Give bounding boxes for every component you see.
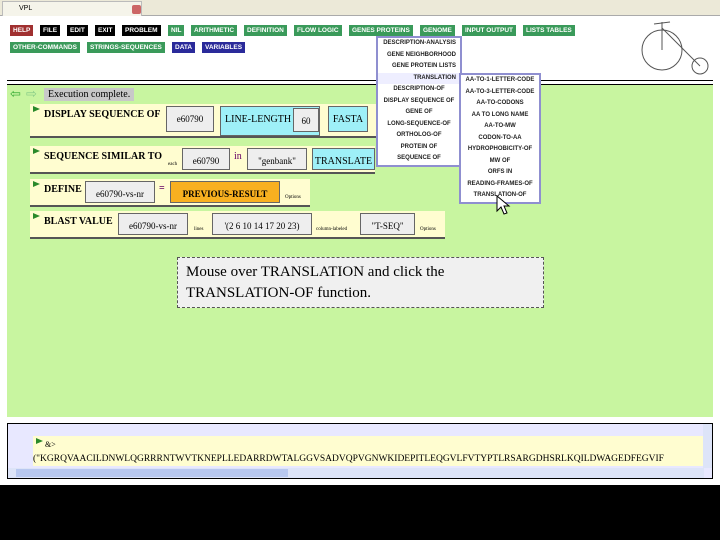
arg-box[interactable]: e60790 (166, 106, 214, 132)
bicycle-logo (641, 21, 709, 75)
menu-item-reading-frames-of[interactable]: READING-FRAMES-OF (461, 179, 539, 191)
close-icon[interactable] (132, 5, 141, 14)
flag-icon[interactable] (33, 181, 40, 187)
each-label[interactable]: each (168, 162, 177, 167)
menu-item-gene-of[interactable]: GENE OF (378, 107, 460, 119)
database-box[interactable]: "genbank" (247, 148, 307, 170)
menu-item-display-sequence-of[interactable]: DISPLAY SEQUENCE OF (378, 96, 460, 108)
menu-item-ortholog-of[interactable]: ORTHOLOG-OF (378, 130, 460, 142)
toolbar-button-genome[interactable]: GENOME (420, 25, 455, 36)
flag-icon[interactable] (33, 106, 40, 112)
window-title: VPL (19, 5, 33, 12)
menu-item-description-of[interactable]: DESCRIPTION-OF (378, 84, 460, 96)
flag-icon[interactable] (33, 213, 40, 219)
mouse-cursor-icon (496, 195, 511, 215)
command-sequence-similar[interactable]: SEQUENCE SIMILAR TO each e60790 in "genb… (30, 146, 375, 174)
toolbar-button-input-output[interactable]: INPUT OUTPUT (462, 25, 517, 36)
app-window: VPL HELP FILE EDIT EXIT PROBLEM NIL ARITHMETIC… (0, 0, 720, 485)
format-box[interactable]: FASTA (328, 106, 368, 132)
columns-box[interactable]: '(2 6 10 14 17 20 23) (212, 213, 312, 235)
label-box[interactable]: "T-SEQ" (360, 213, 415, 235)
toolbar-button-file[interactable]: FILE (40, 25, 61, 36)
command-blast-value[interactable]: BLAST VALUE e60790-vs-nr lines '(2 6 10 … (30, 211, 445, 239)
previous-result-box[interactable]: PREVIOUS-RESULT (170, 181, 280, 203)
command-display-sequence[interactable]: DISPLAY SEQUENCE OF e60790 LINE-LENGTH 6… (30, 104, 405, 138)
back-arrow-icon[interactable]: ⇦ (10, 87, 21, 100)
menu-item-aa-to-1-letter-code[interactable]: AA-TO-1-LETTER-CODE (461, 75, 539, 87)
options-button[interactable]: Options (420, 227, 436, 232)
toolbar-button-strings-sequences[interactable]: STRINGS-SEQUENCES (87, 42, 165, 53)
divider (7, 80, 713, 81)
flag-icon[interactable] (33, 148, 40, 154)
menu-item-gene-neighborhood[interactable]: GENE NEIGHBORHOOD (378, 50, 460, 62)
translation-submenu: AA-TO-1-LETTER-CODE AA-TO-3-LETTER-CODE AA… (459, 73, 541, 204)
translate-box[interactable]: TRANSLATE (312, 148, 375, 170)
tab-bar: VPL (0, 0, 720, 16)
toolbar-button-other-commands[interactable]: OTHER-COMMANDS (10, 42, 80, 53)
lines-option[interactable]: lines (194, 227, 203, 232)
toolbar-button-definition[interactable]: DEFINITION (244, 25, 287, 36)
toolbar-button-problem[interactable]: PROBLEM (122, 25, 161, 36)
toolbar-button-flow-logic[interactable]: FLOW LOGIC (294, 25, 342, 36)
menu-item-mw-of[interactable]: MW OF (461, 156, 539, 168)
instruction-tooltip: Mouse over TRANSLATION and click the TRA… (177, 257, 544, 308)
command-label: SEQUENCE SIMILAR TO (44, 151, 162, 162)
options-button[interactable]: Options (285, 195, 301, 200)
scrollbar-thumb[interactable] (16, 469, 288, 477)
menu-item-codon-to-aa[interactable]: CODON-TO-AA (461, 133, 539, 145)
toolbar-button-data[interactable]: DATA (172, 42, 196, 53)
command-label: DISPLAY SEQUENCE OF (44, 109, 161, 120)
menu-item-aa-to-long-name[interactable]: AA TO LONG NAME (461, 110, 539, 122)
output-area: &> ("KGRQVAACILDNWLQGRRRNTWVTKNEPLLEDARR… (33, 436, 703, 466)
horizontal-scrollbar[interactable] (8, 468, 704, 478)
toolbar-button-nil[interactable]: NIL (168, 25, 185, 36)
menu-item-aa-to-3-letter-code[interactable]: AA-TO-3-LETTER-CODE (461, 87, 539, 99)
toolbar-button-exit[interactable]: EXIT (95, 25, 116, 36)
menu-item-hydrophobicity-of[interactable]: HYDROPHOBICITY-OF (461, 144, 539, 156)
menu-item-sequence-of[interactable]: SEQUENCE OF (378, 153, 460, 165)
forward-arrow-icon[interactable]: ⇨ (26, 87, 37, 100)
menu-item-gene-protein-lists[interactable]: GENE PROTEIN LISTS (378, 61, 460, 73)
command-define[interactable]: DEFINE e60790-vs-nr = PREVIOUS-RESULT Op… (30, 179, 310, 207)
menu-item-aa-to-mw[interactable]: AA-TO-MW (461, 121, 539, 133)
menu-item-aa-to-codons[interactable]: AA-TO-CODONS (461, 98, 539, 110)
variable-box[interactable]: e60790-vs-nr (85, 181, 155, 203)
genes-proteins-menu: DESCRIPTION-ANALYSIS GENE NEIGHBORHOOD GEN… (376, 36, 462, 167)
toolbar-button-edit[interactable]: EDIT (67, 25, 88, 36)
menu-item-translation[interactable]: TRANSLATION (378, 72, 460, 84)
output-panel: &> ("KGRQVAACILDNWLQGRRRNTWVTKNEPLLEDARR… (7, 423, 713, 479)
line-length-box[interactable]: 60 (293, 108, 319, 132)
vertical-scrollbar[interactable] (703, 424, 712, 468)
command-label: DEFINE (44, 184, 82, 195)
in-label: in (234, 151, 242, 162)
column-labeled-option[interactable]: column-labeled (316, 227, 347, 232)
arg-box[interactable]: e60790-vs-nr (118, 213, 188, 235)
toolbar-button-variables[interactable]: VARIABLES (202, 42, 246, 53)
toolbar-button-arithmetic[interactable]: ARITHMETIC (191, 25, 238, 36)
menu-item-description-analysis[interactable]: DESCRIPTION-ANALYSIS (378, 38, 460, 50)
equals-sign: = (159, 183, 165, 194)
menu-item-long-sequence-of[interactable]: LONG-SEQUENCE-OF (378, 119, 460, 131)
window-tab[interactable]: VPL (2, 1, 142, 16)
output-label: &> (45, 440, 56, 449)
output-text: ("KGRQVAACILDNWLQGRRRNTWVTKNEPLLEDARRDWT… (33, 454, 664, 464)
toolbar-button-genes-proteins[interactable]: GENES PROTEINS (349, 25, 413, 36)
menu-item-protein-of[interactable]: PROTEIN OF (378, 142, 460, 154)
toolbar-button-lists-tables[interactable]: LISTS TABLES (523, 25, 575, 36)
menu-item-orfs-in[interactable]: ORFS IN (461, 167, 539, 179)
arg-box[interactable]: e60790 (182, 148, 230, 170)
toolbar-button-help[interactable]: HELP (10, 25, 34, 36)
status-message: Execution complete. (44, 88, 135, 101)
command-label: BLAST VALUE (44, 216, 113, 227)
flag-icon[interactable] (36, 438, 43, 444)
